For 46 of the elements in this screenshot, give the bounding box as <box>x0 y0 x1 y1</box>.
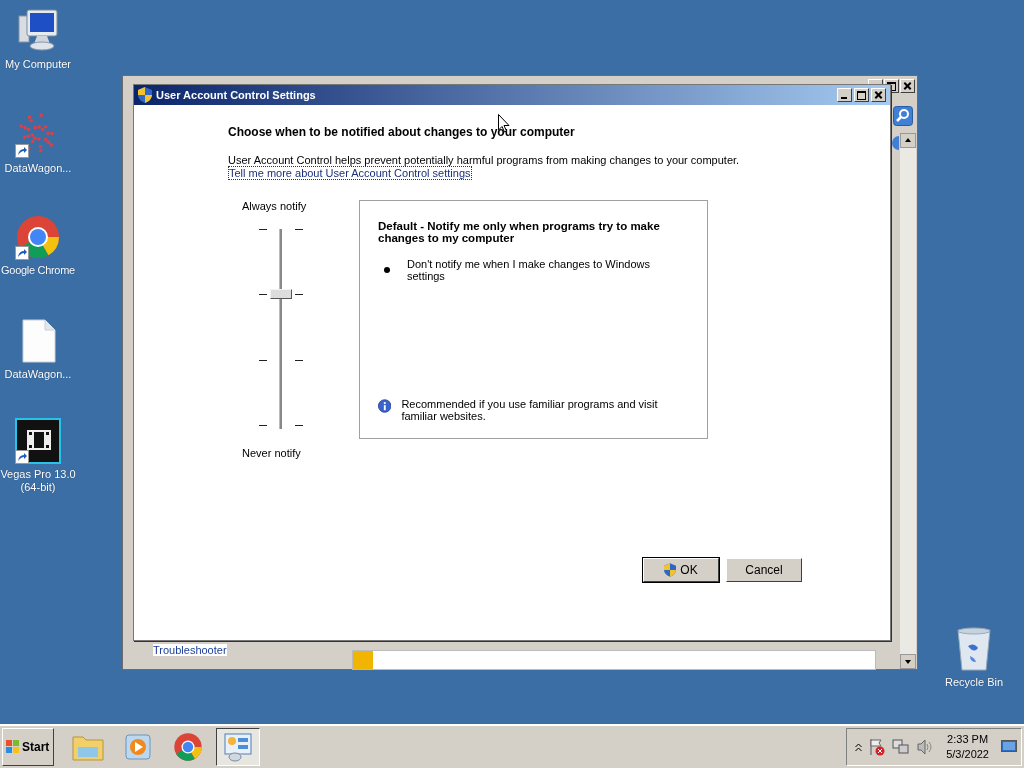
shield-icon <box>138 87 152 103</box>
slider-thumb[interactable] <box>270 288 292 299</box>
network-icon[interactable] <box>892 738 911 756</box>
bullet-text: Don't notify me when I make changes to Windows settings <box>406 258 651 282</box>
windows-logo-icon <box>6 740 20 754</box>
speaker-icon[interactable] <box>916 738 935 756</box>
clock-date: 5/3/2022 <box>946 747 989 762</box>
ok-button[interactable]: OK <box>643 558 719 582</box>
computer-icon[interactable] <box>15 8 61 54</box>
desktop-icon-label[interactable]: DataWagon... <box>4 368 72 381</box>
help-link[interactable]: Tell me more about User Account Control settings <box>228 166 472 180</box>
recycle-bin-icon[interactable] <box>954 626 994 672</box>
info-icon <box>378 398 392 414</box>
start-button[interactable]: Start <box>2 728 54 766</box>
scroll-up-icon[interactable] <box>900 133 916 148</box>
window-title: User Account Control Settings <box>156 89 316 101</box>
search-icon[interactable] <box>893 106 913 126</box>
desktop-icon-label[interactable]: Recycle Bin <box>944 676 1004 689</box>
cancel-button[interactable]: Cancel <box>726 558 802 582</box>
desktop-icon-label[interactable]: My Computer <box>5 58 71 71</box>
dialog-heading: Choose when to be notified about changes to your computer <box>228 125 576 139</box>
clock[interactable]: 2:33 PM 5/3/2022 <box>946 732 989 762</box>
desktop-icon-label[interactable]: Vegas Pro 13.0 (64-bit) <box>0 468 76 494</box>
film-icon[interactable] <box>15 418 61 464</box>
chevron-up-icon[interactable] <box>855 742 863 752</box>
desktop-icon-label[interactable]: Google Chrome <box>1 264 75 277</box>
scrollbar[interactable] <box>900 133 916 669</box>
maximize-button[interactable] <box>854 88 869 102</box>
minimize-button[interactable] <box>837 88 852 102</box>
scroll-down-icon[interactable] <box>900 654 916 669</box>
slider-label: Always notify <box>242 200 307 212</box>
flag-icon[interactable] <box>868 738 887 756</box>
bullet-icon <box>384 267 390 273</box>
slider-label: Never notify <box>242 447 301 459</box>
taskbar-control-panel-button[interactable] <box>216 728 260 766</box>
close-button[interactable] <box>871 88 886 102</box>
chrome-icon[interactable] <box>15 214 61 260</box>
shield-icon <box>664 563 677 577</box>
clock-time: 2:33 PM <box>947 732 989 747</box>
troubleshooter-link[interactable]: Troubleshooter <box>153 644 227 656</box>
level-title: Default - Notify me only when programs try to make changes to my computer <box>378 220 661 244</box>
desktop-icon-label[interactable]: DataWagon... <box>4 162 72 175</box>
show-desktop-icon[interactable] <box>1001 740 1017 754</box>
note-text: Recommended if you use familiar programs and visit familiar websites. <box>401 398 659 422</box>
close-button[interactable] <box>900 79 915 93</box>
description-text: User Account Control helps prevent potentially harmful programs from making changes to your computer. <box>228 154 741 166</box>
